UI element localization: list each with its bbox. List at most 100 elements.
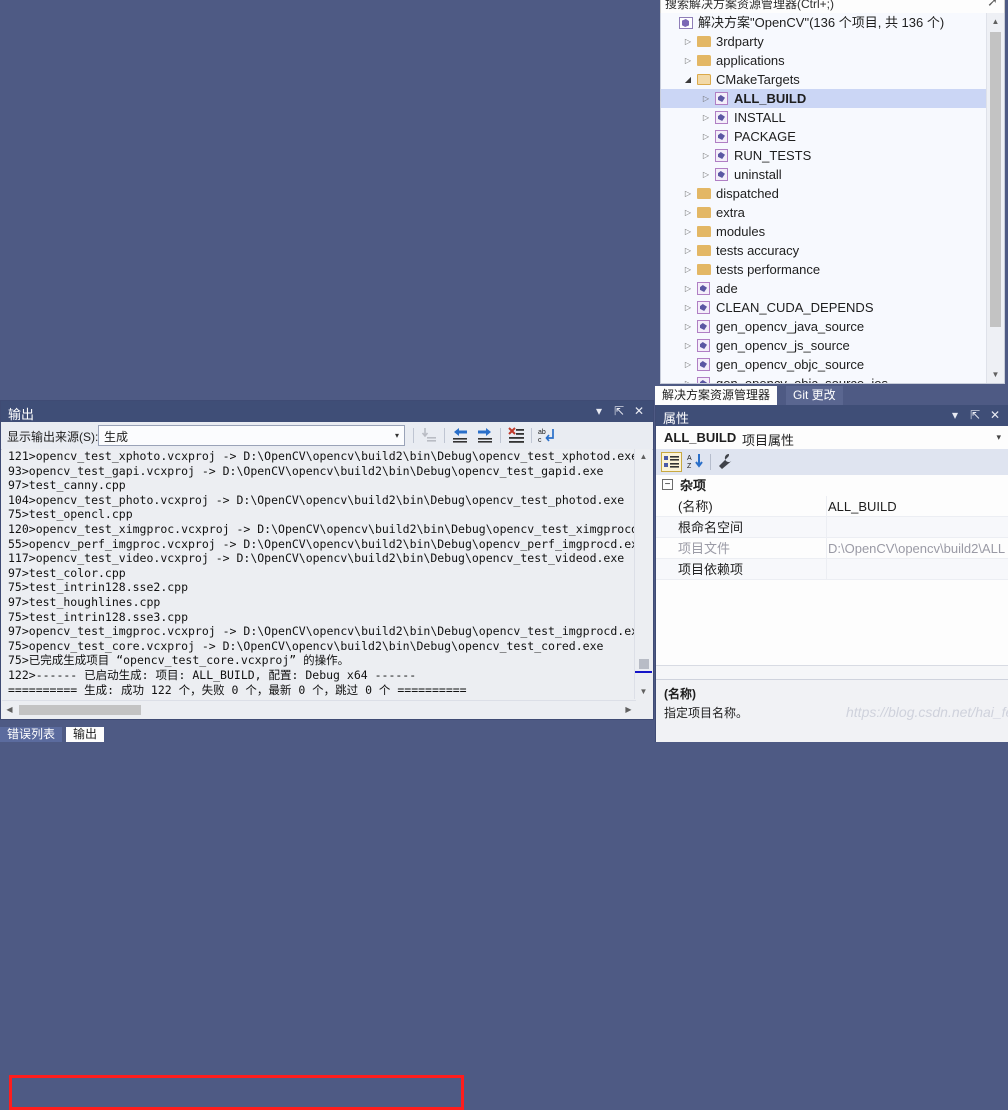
tree-item-3rdparty[interactable]: ▷ 3rdparty bbox=[661, 32, 987, 51]
project-icon bbox=[715, 108, 731, 127]
expander-icon[interactable]: ▷ bbox=[683, 317, 693, 336]
svg-text:A: A bbox=[687, 455, 692, 462]
go-to-previous-message-icon[interactable] bbox=[450, 426, 472, 445]
toggle-word-wrap-icon[interactable]: ab c bbox=[537, 426, 559, 445]
tree-item-extra[interactable]: ▷ extra bbox=[661, 203, 987, 222]
tab-label: 输出 bbox=[73, 727, 98, 741]
chevron-down-icon[interactable]: ▾ bbox=[591, 403, 607, 419]
tree-item-tests-accuracy[interactable]: ▷ tests accuracy bbox=[661, 241, 987, 260]
expander-icon[interactable]: ▷ bbox=[701, 146, 711, 165]
tree-item-opencv-136-136[interactable]: 解决方案"OpenCV"(136 个项目, 共 136 个) bbox=[661, 13, 987, 32]
scrollbar-thumb[interactable] bbox=[19, 705, 141, 715]
output-line: 120>opencv_test_ximgproc.vcxproj -> D:\O… bbox=[8, 521, 636, 536]
search-icon[interactable]: ➚ bbox=[987, 0, 998, 10]
categorized-view-icon[interactable] bbox=[661, 452, 682, 472]
properties-subject-bar[interactable]: ALL_BUILD 项目属性 ▾ bbox=[656, 426, 1008, 450]
expander-icon[interactable]: ▷ bbox=[683, 184, 693, 203]
tree-item-install[interactable]: ▷ INSTALL bbox=[661, 108, 987, 127]
output-source-dropdown[interactable]: 生成 ▾ bbox=[98, 425, 405, 446]
solution-tree-vertical-scrollbar[interactable]: ▲ ▼ bbox=[986, 13, 1004, 383]
tree-item-package[interactable]: ▷ PACKAGE bbox=[661, 127, 987, 146]
expander-icon[interactable]: ▷ bbox=[701, 89, 711, 108]
property-value[interactable]: D:\OpenCV\opencv\build2\ALL bbox=[828, 538, 1007, 559]
expander-icon[interactable]: ▷ bbox=[683, 355, 693, 374]
collapse-icon[interactable]: − bbox=[662, 479, 673, 490]
property-row[interactable]: 根命名空间 bbox=[656, 517, 1008, 538]
solution-icon bbox=[679, 13, 695, 32]
property-group-row[interactable]: − 杂项 bbox=[656, 475, 1008, 496]
expander-icon[interactable]: ▷ bbox=[683, 241, 693, 260]
scrollbar-thumb[interactable] bbox=[639, 659, 649, 669]
scroll-right-arrow-icon[interactable]: ▶ bbox=[621, 701, 636, 718]
tree-item-gen_opencv_java_source[interactable]: ▷ gen_opencv_java_source bbox=[661, 317, 987, 336]
expander-icon[interactable]: ▷ bbox=[683, 374, 693, 383]
folder-icon bbox=[697, 51, 713, 70]
tree-item-modules[interactable]: ▷ modules bbox=[661, 222, 987, 241]
expander-icon[interactable]: ▷ bbox=[683, 32, 693, 51]
tree-item-label: gen_opencv_objc_source_ios bbox=[716, 374, 888, 383]
svg-text:c: c bbox=[538, 437, 542, 444]
solution-tree[interactable]: 解决方案"OpenCV"(136 个项目, 共 136 个) ▷ 3rdparty ▷… bbox=[661, 13, 987, 383]
output-line: 117>opencv_test_video.vcxproj -> D:\Open… bbox=[8, 551, 625, 566]
tree-item-label: CMakeTargets bbox=[716, 72, 800, 87]
output-toolbar: 显示输出来源(S): 生成 ▾ ab c bbox=[1, 422, 653, 450]
scroll-up-arrow-icon[interactable]: ▲ bbox=[987, 13, 1004, 30]
expander-icon[interactable]: ▷ bbox=[701, 108, 711, 127]
close-icon[interactable]: ✕ bbox=[631, 403, 647, 419]
property-pages-wrench-icon[interactable] bbox=[716, 452, 737, 472]
output-horizontal-scrollbar[interactable]: ◀ ▶ bbox=[2, 700, 636, 718]
tree-item-applications[interactable]: ▷ applications bbox=[661, 51, 987, 70]
expander-icon[interactable]: ▷ bbox=[683, 336, 693, 355]
output-text-area[interactable]: 121>opencv_test_xphoto.vcxproj -> D:\Ope… bbox=[2, 449, 636, 699]
tree-item-run_tests[interactable]: ▷ RUN_TESTS bbox=[661, 146, 987, 165]
expander-icon[interactable]: ▷ bbox=[683, 222, 693, 241]
go-to-next-message-icon[interactable] bbox=[475, 426, 497, 445]
property-value[interactable]: ALL_BUILD bbox=[828, 496, 1007, 517]
expander-icon[interactable]: ▷ bbox=[683, 260, 693, 279]
property-row[interactable]: 项目依赖项 bbox=[656, 559, 1008, 580]
jump-to-source-icon[interactable] bbox=[419, 426, 441, 445]
tree-item-gen_opencv_objc_source_ios[interactable]: ▷ gen_opencv_objc_source_ios bbox=[661, 374, 987, 383]
tree-item-cmaketargets[interactable]: ◢ CMakeTargets bbox=[661, 70, 987, 89]
expander-icon[interactable]: ◢ bbox=[683, 70, 693, 89]
tab-output[interactable]: 输出 bbox=[66, 727, 105, 742]
tab-git-changes[interactable]: Git 更改 bbox=[786, 386, 843, 405]
property-row[interactable]: 项目文件 D:\OpenCV\opencv\build2\ALL bbox=[656, 538, 1008, 559]
scroll-down-arrow-icon[interactable]: ▼ bbox=[987, 366, 1004, 383]
expander-icon[interactable]: ▷ bbox=[683, 279, 693, 298]
scroll-up-arrow-icon[interactable]: ▲ bbox=[635, 449, 652, 464]
tree-item-tests-performance[interactable]: ▷ tests performance bbox=[661, 260, 987, 279]
tree-item-gen_opencv_objc_source[interactable]: ▷ gen_opencv_objc_source bbox=[661, 355, 987, 374]
tree-item-uninstall[interactable]: ▷ uninstall bbox=[661, 165, 987, 184]
tree-item-label: RUN_TESTS bbox=[734, 148, 812, 163]
chevron-down-icon[interactable]: ▾ bbox=[996, 432, 1001, 443]
chevron-down-icon[interactable]: ▾ bbox=[947, 407, 963, 423]
tab-error-list[interactable]: 错误列表 bbox=[0, 727, 63, 742]
clear-all-icon[interactable] bbox=[506, 426, 528, 445]
expander-icon[interactable]: ▷ bbox=[683, 298, 693, 317]
chevron-down-icon[interactable]: ▾ bbox=[395, 431, 399, 440]
solution-explorer-search-box[interactable]: 搜索解决方案资源管理器(Ctrl+;) ➚ bbox=[660, 0, 1005, 14]
search-input[interactable]: 搜索解决方案资源管理器(Ctrl+;) bbox=[665, 0, 834, 12]
tree-item-ade[interactable]: ▷ ade bbox=[661, 279, 987, 298]
scroll-left-arrow-icon[interactable]: ◀ bbox=[2, 701, 17, 718]
expander-icon[interactable]: ▷ bbox=[683, 51, 693, 70]
pin-icon[interactable]: ⇱ bbox=[967, 407, 983, 423]
tree-item-all_build[interactable]: ▷ ALL_BUILD bbox=[661, 89, 987, 108]
tree-item-clean_cuda_depends[interactable]: ▷ CLEAN_CUDA_DEPENDS bbox=[661, 298, 987, 317]
output-vertical-scrollbar[interactable]: ▲ ▼ bbox=[634, 449, 652, 699]
property-row[interactable]: (名称) ALL_BUILD bbox=[656, 496, 1008, 517]
properties-grid[interactable]: − 杂项 (名称) ALL_BUILD 根命名空间 项目文件 D:\OpenCV\ope… bbox=[656, 475, 1008, 666]
tab-solution-explorer[interactable]: 解决方案资源管理器 bbox=[655, 386, 778, 405]
expander-icon[interactable]: ▷ bbox=[683, 203, 693, 222]
pin-icon[interactable]: ⇱ bbox=[611, 403, 627, 419]
tree-item-gen_opencv_js_source[interactable]: ▷ gen_opencv_js_source bbox=[661, 336, 987, 355]
scroll-down-arrow-icon[interactable]: ▼ bbox=[635, 684, 652, 699]
tree-item-dispatched[interactable]: ▷ dispatched bbox=[661, 184, 987, 203]
scrollbar-thumb[interactable] bbox=[990, 32, 1001, 327]
alphabetical-sort-icon[interactable]: A Z bbox=[686, 452, 707, 472]
expander-icon[interactable]: ▷ bbox=[701, 127, 711, 146]
folder-icon bbox=[697, 203, 713, 222]
close-icon[interactable]: ✕ bbox=[987, 407, 1003, 423]
expander-icon[interactable]: ▷ bbox=[701, 165, 711, 184]
